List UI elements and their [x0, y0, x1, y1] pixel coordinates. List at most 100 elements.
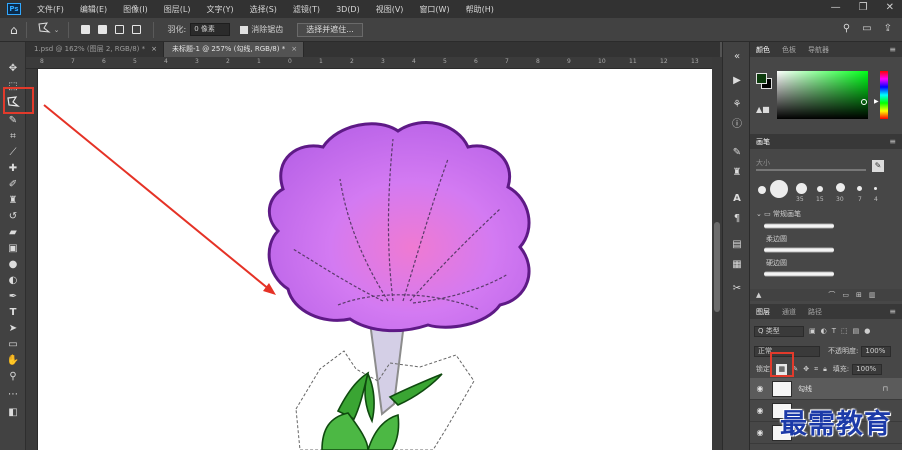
scrollbar-thumb[interactable] — [714, 222, 720, 312]
tab-document-untitled[interactable]: 未标题-1 @ 257% (勾线, RGB/8) * × — [164, 42, 305, 57]
feather-input[interactable]: 0 像素 — [190, 23, 231, 36]
menu-type[interactable]: 文字(Y) — [198, 4, 241, 15]
foreground-color-swatch[interactable] — [756, 73, 767, 84]
eye-icon[interactable]: ◉ — [754, 384, 766, 393]
home-icon[interactable]: ⌂ — [10, 23, 18, 37]
intersect-selection-icon[interactable] — [131, 25, 141, 34]
brush-name[interactable]: 柔边圆 — [766, 234, 787, 244]
color-picker-field[interactable] — [777, 71, 868, 119]
collapse-icon[interactable]: « — [729, 50, 745, 64]
tab-swatches[interactable]: 色板 — [776, 45, 802, 55]
type-tool-icon[interactable]: T — [5, 306, 21, 319]
eraser-icon[interactable]: ▰ — [5, 226, 21, 239]
paragraph-icon[interactable]: ¶ — [729, 212, 745, 226]
brush-preset[interactable] — [874, 187, 877, 190]
hand-tool-icon[interactable]: ✋ — [5, 354, 21, 367]
eye-icon[interactable]: ◉ — [754, 428, 766, 437]
new-selection-icon[interactable] — [80, 25, 90, 34]
tab-brushes[interactable]: 画笔 — [750, 137, 776, 147]
share-icon[interactable]: ⇪ — [884, 23, 892, 34]
character-icon[interactable]: A — [729, 192, 745, 206]
healing-brush-icon[interactable]: ✚ — [5, 162, 21, 175]
eyedropper-icon[interactable]: ⟋ — [5, 146, 21, 159]
tab-channels[interactable]: 通道 — [776, 307, 802, 317]
brush-tool-icon[interactable]: ✐ — [5, 178, 21, 191]
lock-all-icon[interactable]: 🔒︎ — [823, 365, 827, 374]
blur-tool-icon[interactable]: ● — [5, 258, 21, 271]
add-selection-icon[interactable] — [97, 25, 107, 34]
lock-artboard-icon[interactable]: ⌗ — [814, 365, 818, 374]
tab-document-1[interactable]: 1.psd @ 162% (图层 2, RGB/8) * × — [26, 42, 164, 57]
menu-filter[interactable]: 滤镜(T) — [285, 4, 328, 15]
new-brush-icon[interactable]: ✎ — [872, 160, 884, 172]
filter-pixel-icon[interactable]: ▣ — [809, 327, 816, 335]
zoom-tool-icon[interactable]: ⚲ — [5, 370, 21, 383]
tab-color[interactable]: 颜色 — [750, 45, 776, 55]
more-tools-icon[interactable]: ⋯ — [5, 388, 21, 401]
folder-icon[interactable]: ▭ — [842, 291, 849, 299]
layer-filter-select[interactable]: Q 类型 — [754, 325, 804, 337]
size-small-icon[interactable]: ▲ — [756, 291, 761, 299]
tab-layers[interactable]: 图层 — [750, 307, 776, 317]
panel-menu-icon[interactable]: ≡ — [889, 137, 896, 146]
eye-icon[interactable]: ◉ — [754, 406, 766, 415]
subtract-selection-icon[interactable] — [114, 25, 124, 34]
move-tool-icon[interactable]: ✥ — [5, 62, 21, 75]
menu-3d[interactable]: 3D(D) — [328, 5, 368, 14]
canvas-scrollbar[interactable] — [712, 57, 722, 450]
dodge-tool-icon[interactable]: ◐ — [5, 274, 21, 287]
filter-adjust-icon[interactable]: ◐ — [821, 327, 827, 335]
menu-help[interactable]: 帮助(H) — [458, 4, 502, 15]
menu-file[interactable]: 文件(F) — [29, 4, 72, 15]
close-icon[interactable]: × — [291, 45, 297, 53]
menu-view[interactable]: 视图(V) — [368, 4, 412, 15]
color-swatches-icon[interactable]: ◧ — [5, 406, 21, 419]
brush-preset[interactable] — [836, 183, 845, 192]
opacity-input[interactable]: 100% — [861, 345, 892, 357]
new-icon[interactable]: ⊞ — [856, 291, 862, 299]
filter-shape-icon[interactable]: ⬚ — [841, 327, 848, 335]
document-canvas[interactable] — [38, 69, 712, 450]
close-icon[interactable]: ✕ — [886, 2, 894, 13]
clone-source-icon[interactable]: ♜ — [729, 166, 745, 180]
clone-stamp-icon[interactable]: ♜ — [5, 194, 21, 207]
antialias-checkbox[interactable] — [240, 25, 249, 34]
polygonal-lasso-preset-icon[interactable] — [37, 22, 51, 37]
brush-preset[interactable] — [758, 186, 766, 194]
minimize-icon[interactable]: — — [831, 2, 841, 13]
history-brush-icon[interactable]: ↺ — [5, 210, 21, 223]
brush-preset[interactable] — [770, 180, 788, 198]
delete-icon[interactable]: ▥ — [869, 291, 876, 299]
workspace-icon[interactable]: ▭ — [862, 23, 871, 34]
adjustments-icon[interactable]: ⚘ — [729, 98, 745, 112]
lock-position-icon[interactable]: ✥ — [803, 365, 809, 373]
rectangle-tool-icon[interactable]: ▭ — [5, 338, 21, 351]
library-icon[interactable]: ▤ — [729, 238, 745, 252]
tools-preset-icon[interactable]: ✂ — [729, 282, 745, 296]
play-icon[interactable]: ▶ — [729, 74, 745, 88]
pen-tool-icon[interactable]: ✒ — [5, 290, 21, 303]
visibility-icon[interactable]: ⌒ — [828, 290, 835, 300]
fill-input[interactable]: 100% — [852, 363, 883, 375]
menu-edit[interactable]: 编辑(E) — [72, 4, 115, 15]
menu-layer[interactable]: 图层(L) — [156, 4, 199, 15]
brush-preset[interactable] — [817, 186, 823, 192]
menu-window[interactable]: 窗口(W) — [411, 4, 457, 15]
menu-select[interactable]: 选择(S) — [242, 4, 285, 15]
hue-slider[interactable] — [880, 71, 888, 119]
search-icon[interactable]: ⚲ — [843, 23, 850, 34]
path-selection-icon[interactable]: ➤ — [5, 322, 21, 335]
brush-settings-icon[interactable]: ✎ — [729, 146, 745, 160]
close-icon[interactable]: × — [151, 45, 157, 53]
tab-paths[interactable]: 路径 — [802, 307, 828, 317]
crop-tool-icon[interactable]: ⌗ — [5, 130, 21, 143]
brush-name[interactable]: 硬边圆 — [766, 258, 787, 268]
brush-size-slider[interactable] — [756, 169, 866, 171]
brush-preset[interactable] — [796, 183, 807, 194]
panel-menu-icon[interactable]: ≡ — [889, 45, 896, 54]
filter-smart-icon[interactable]: ▤ — [853, 327, 860, 335]
filter-type-icon[interactable]: T — [832, 327, 836, 335]
menu-image[interactable]: 图像(I) — [115, 4, 156, 15]
chevron-down-icon[interactable]: ⌄ — [54, 26, 60, 34]
magic-wand-icon[interactable]: ✎ — [5, 114, 21, 127]
